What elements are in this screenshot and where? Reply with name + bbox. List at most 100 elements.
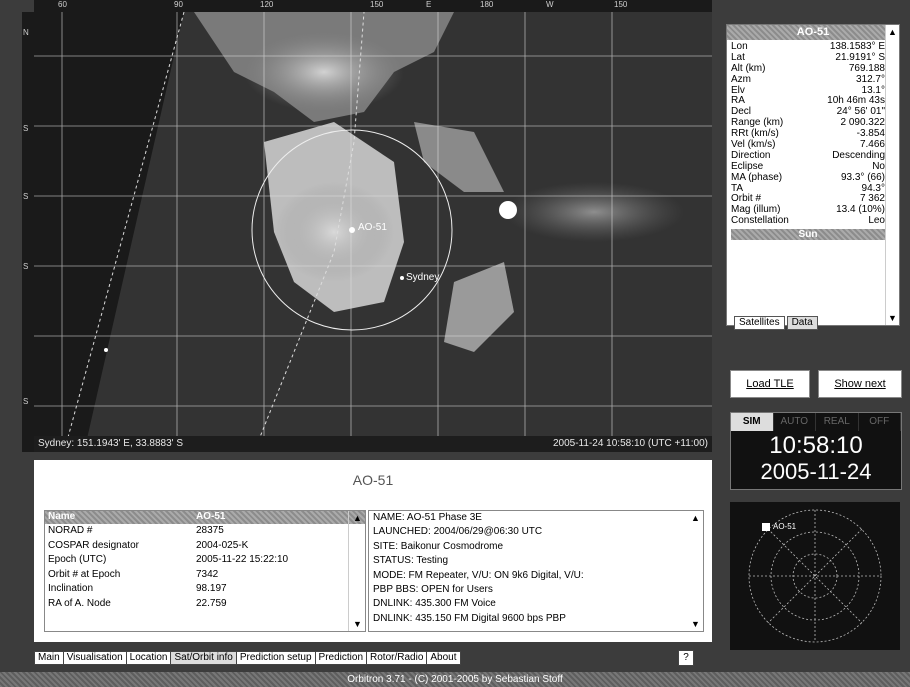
clock-tab-real[interactable]: REAL — [816, 413, 859, 431]
lon-label: 120 — [260, 0, 274, 9]
app-window: 60 90 120 150 E 180 W 150 N S S S S AO-5… — [0, 0, 910, 687]
table-cell-key: Orbit # at Epoch — [48, 568, 121, 580]
main-tab[interactable]: Sat/Orbit info — [170, 651, 237, 665]
clock-panel: SIM AUTO REAL OFF 10:58:10 2005-11-24 — [730, 412, 902, 490]
data-panel-tabs: Satellites Data — [734, 316, 818, 330]
table-row: RA of A. Node 22.759 — [45, 597, 365, 612]
table-row: Epoch (UTC) 2005-11-22 15:22:10 — [45, 553, 365, 568]
lat-label: S — [23, 262, 29, 271]
longitude-scale: 60 90 120 150 E 180 W 150 — [34, 0, 712, 12]
table-cell-key: Epoch (UTC) — [48, 554, 107, 565]
data-row: Constellation Leo — [731, 215, 885, 227]
map-status-bar: Sydney: 151.1943' E, 33.8883' S 2005-11-… — [34, 436, 712, 452]
table-row: Inclination 98.197 — [45, 582, 365, 597]
clock-tab-auto[interactable]: AUTO — [774, 413, 816, 431]
tab-satellites[interactable]: Satellites — [734, 316, 785, 330]
sydney-marker-icon — [400, 276, 404, 280]
world-map[interactable]: AO-51 Sydney — [34, 12, 712, 452]
map-datetime: 2005-11-24 10:58:10 (UTC +11:00) — [552, 438, 708, 449]
clock-date: 2005-11-24 — [760, 459, 872, 484]
satellite-marker-icon[interactable] — [349, 227, 355, 233]
data-row-value: Leo — [868, 215, 885, 227]
table-cell-value: 98.197 — [196, 583, 227, 594]
table-cell-value: 28375 — [196, 525, 224, 536]
scroll-up-icon[interactable]: ▲ — [691, 513, 700, 523]
lon-label: 180 — [480, 0, 494, 9]
scroll-down-icon[interactable]: ▼ — [691, 619, 700, 629]
data-row-label: Azm — [731, 73, 751, 85]
orbit-elements-table: Name AO-51 NORAD # 28375 COSPAR designator… — [44, 510, 366, 632]
scroll-up-icon[interactable]: ▲ — [353, 513, 362, 523]
table-cell-key: COSPAR designator — [48, 539, 139, 551]
lat-label: S — [23, 397, 29, 406]
notes-line: MODE: FM Repeater, V/U: ON 9k6 Digital, … — [373, 569, 584, 581]
sat-orbit-info-panel: AO-51 Name AO-51 NORAD # 28375 COSPAR desi… — [34, 460, 712, 642]
table-cell-value: 2004-025-K — [196, 539, 249, 551]
table-body: NORAD # 28375 COSPAR designator 2004-025-K E… — [45, 524, 365, 611]
main-tab[interactable]: Main — [34, 651, 64, 665]
footer-copyright: Orbitron 3.71 - (C) 2001-2005 by Sebasti… — [0, 672, 910, 687]
info-title: AO-51 — [352, 472, 394, 488]
data-row-value: 312.7° — [855, 73, 885, 85]
notes-line: DNLINK: 435.300 FM Voice — [373, 598, 496, 610]
scroll-down-icon[interactable]: ▼ — [353, 619, 362, 629]
main-tab[interactable]: Location — [125, 651, 172, 665]
lon-label: E — [426, 0, 432, 9]
polar-radar-plot[interactable]: AO-51 — [730, 502, 900, 650]
polar-graphic — [748, 509, 882, 643]
notes-line: DNLINK: 435.150 FM Digital 9600 bps PBP — [373, 612, 566, 624]
table-cell-value: 7342 — [196, 568, 219, 580]
tab-data[interactable]: Data — [786, 316, 818, 330]
data-panel-scrollbar[interactable]: ▲ ▼ — [885, 25, 899, 325]
lon-label: 90 — [174, 0, 183, 9]
sun-section-header: Sun — [731, 229, 885, 241]
data-panel-rows: Lon 138.1583° E Lat 21.9191° S Alt (km) 769.1… — [727, 40, 899, 227]
observer-coords: Sydney: 151.1943' E, 33.8883' S — [38, 438, 184, 449]
main-tab[interactable]: Prediction setup — [235, 651, 316, 665]
show-next-button[interactable]: Show next — [818, 370, 902, 398]
table-row: NORAD # 28375 — [45, 524, 365, 539]
notes-line: STATUS: Testing — [373, 555, 449, 567]
main-tab[interactable]: Visualisation — [62, 651, 127, 665]
satellite-data-panel: AO-51 Lon 138.1583° E Lat 21.9191° S Alt (km… — [726, 24, 900, 326]
data-row-value: 93.3° (66) — [840, 171, 885, 183]
lon-label: W — [546, 0, 554, 9]
table-header-name: Name — [48, 511, 76, 522]
table-cell-value: 2005-11-22 15:22:10 — [196, 554, 289, 565]
latitude-scale: N S S S S — [22, 12, 34, 452]
city-marker-icon — [104, 348, 108, 352]
table-scrollbar[interactable]: ▲ ▼ — [348, 511, 365, 631]
table-row: COSPAR designator 2004-025-K — [45, 539, 365, 554]
data-row: MA (phase) 93.3° (66) — [731, 171, 885, 184]
clock-tab-sim[interactable]: SIM — [731, 413, 774, 431]
main-tab[interactable]: Prediction — [314, 651, 368, 665]
data-row: Azm 312.7° — [731, 73, 885, 86]
lat-label: S — [23, 192, 29, 201]
satellite-notes: NAME: AO-51 Phase 3E LAUNCHED: 2004/06/29… — [368, 510, 704, 632]
notes-line: SITE: Baikonur Cosmodrome — [373, 540, 504, 552]
city-map-label: Sydney — [406, 272, 440, 283]
help-button[interactable]: ? — [678, 650, 694, 666]
table-cell-key: Inclination — [48, 583, 94, 594]
data-row-label: Constellation — [731, 215, 789, 227]
load-tle-button[interactable]: Load TLE — [730, 370, 810, 398]
satellite-map-label: AO-51 — [358, 222, 387, 233]
table-cell-value: 22.759 — [196, 597, 227, 609]
sun-icon — [499, 201, 517, 219]
table-cell-key: RA of A. Node — [48, 597, 111, 609]
table-header-value: AO-51 — [196, 511, 226, 522]
notes-scrollbar[interactable]: ▲ ▼ — [687, 511, 703, 631]
main-tab[interactable]: About — [426, 651, 461, 665]
satellite-polar-marker-icon — [762, 523, 770, 531]
clock-tab-off[interactable]: OFF — [859, 413, 901, 431]
scroll-up-icon[interactable]: ▲ — [888, 27, 897, 37]
main-tab[interactable]: Rotor/Radio — [366, 651, 428, 665]
lon-label: 60 — [58, 0, 67, 9]
table-header: Name AO-51 — [45, 511, 365, 524]
lon-label: 150 — [614, 0, 628, 9]
table-cell-key: NORAD # — [48, 525, 93, 536]
lat-label: S — [23, 124, 29, 133]
data-row-label: MA (phase) — [731, 171, 783, 183]
scroll-down-icon[interactable]: ▼ — [888, 313, 897, 323]
polar-sat-label: AO-51 — [773, 522, 797, 531]
